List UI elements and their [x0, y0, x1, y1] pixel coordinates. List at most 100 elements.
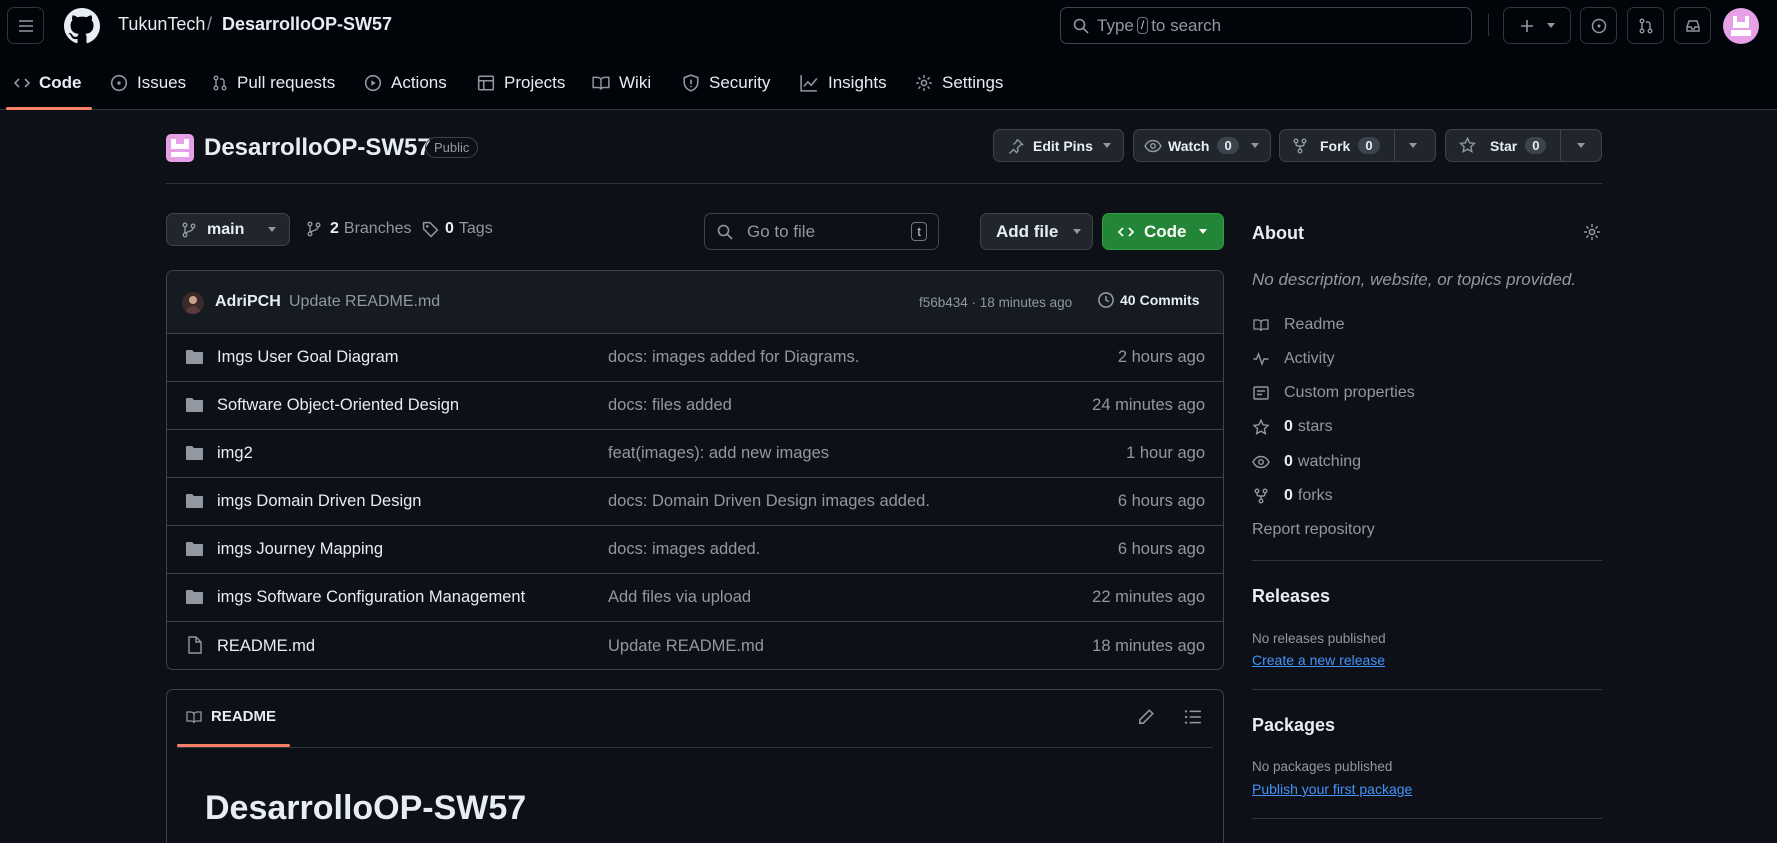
file-commit-message[interactable]: docs: images added. — [608, 540, 760, 559]
pull-requests-button[interactable] — [1627, 7, 1664, 44]
pull-request-icon — [1639, 18, 1652, 33]
menu-button[interactable] — [7, 7, 44, 44]
about-title: About — [1252, 223, 1304, 243]
inbox-button[interactable] — [1674, 7, 1711, 44]
file-time: 6 hours ago — [1117, 492, 1205, 510]
github-logo[interactable] — [64, 8, 100, 44]
global-search-input[interactable]: Type / to search — [1060, 7, 1472, 44]
file-commit-message[interactable]: Add files via upload — [608, 588, 751, 607]
author-avatar[interactable] — [182, 292, 204, 314]
go-to-file-shortcut: t — [911, 222, 927, 241]
tab-pull-requests[interactable]: Pull requests — [212, 70, 335, 96]
file-name[interactable]: imgs Software Configuration Management — [217, 588, 525, 607]
readme-link[interactable]: Readme — [1252, 314, 1344, 336]
file-name[interactable]: imgs Journey Mapping — [217, 540, 383, 559]
custom-properties-link[interactable]: Custom properties — [1252, 382, 1415, 404]
issues-button[interactable] — [1580, 7, 1617, 44]
tab-projects-label: Projects — [504, 73, 566, 92]
fork-button[interactable]: Fork 0 — [1279, 129, 1436, 162]
book-icon — [592, 76, 610, 90]
breadcrumb-repo[interactable]: DesarrolloOP-SW57 — [222, 14, 392, 35]
list-icon[interactable] — [1184, 708, 1202, 726]
tags-link[interactable]: 0 Tags — [422, 220, 493, 238]
report-repository-link[interactable]: Report repository — [1252, 521, 1375, 539]
hamburger-icon — [18, 19, 33, 32]
create-release-link[interactable]: Create a new release — [1252, 652, 1385, 668]
search-icon — [717, 224, 733, 240]
tab-projects[interactable]: Projects — [477, 70, 565, 96]
star-button[interactable]: Star 0 — [1445, 129, 1602, 162]
commit-hash-time[interactable]: f56b434 · 18 minutes ago — [919, 295, 1072, 310]
tab-code-label: Code — [39, 73, 82, 92]
tags-count: 0 — [445, 220, 454, 237]
branches-link[interactable]: 2 Branches — [306, 220, 412, 238]
add-file-button[interactable]: Add file — [980, 213, 1093, 250]
search-prefix: Type — [1097, 15, 1134, 35]
activity-link[interactable]: Activity — [1252, 348, 1335, 370]
file-row[interactable]: Imgs User Goal Diagram docs: images adde… — [167, 334, 1223, 382]
gear-icon[interactable] — [1583, 223, 1601, 241]
tab-issues[interactable]: Issues — [110, 70, 186, 96]
watch-button[interactable]: Watch 0 — [1133, 129, 1271, 162]
eye-icon — [1144, 139, 1162, 152]
tab-pull-requests-label: Pull requests — [237, 73, 336, 92]
create-new-button[interactable] — [1503, 7, 1571, 44]
note-icon — [1253, 386, 1269, 400]
chevron-down-icon — [1198, 229, 1207, 234]
watching-link[interactable]: 0 watching — [1252, 451, 1361, 473]
file-row[interactable]: imgs Software Configuration Management A… — [167, 574, 1223, 622]
packages-title[interactable]: Packages — [1252, 715, 1335, 736]
commits-link[interactable]: 40 Commits — [1097, 291, 1199, 309]
forks-link[interactable]: 0 forks — [1252, 485, 1333, 507]
chevron-down-icon[interactable] — [1408, 143, 1417, 148]
button-separator — [1393, 130, 1395, 161]
publish-package-link[interactable]: Publish your first package — [1252, 781, 1412, 797]
tab-wiki[interactable]: Wiki — [592, 70, 651, 96]
releases-title[interactable]: Releases — [1252, 586, 1330, 607]
tab-actions[interactable]: Actions — [364, 70, 447, 96]
file-time: 6 hours ago — [1117, 540, 1205, 558]
file-row[interactable]: imgs Journey Mapping docs: images added.… — [167, 526, 1223, 574]
file-name[interactable]: Imgs User Goal Diagram — [217, 348, 399, 367]
tab-insights[interactable]: Insights — [799, 70, 887, 96]
breadcrumb-owner[interactable]: TukunTech — [118, 14, 205, 35]
code-button[interactable]: Code — [1102, 213, 1224, 250]
chevron-down-icon[interactable] — [1577, 143, 1586, 148]
code-icon — [14, 78, 30, 88]
file-row[interactable]: imgs Domain Driven Design docs: Domain D… — [167, 478, 1223, 526]
graph-icon — [800, 75, 818, 92]
branch-select[interactable]: main — [166, 213, 290, 246]
file-name[interactable]: img2 — [217, 444, 253, 463]
readme-tab[interactable]: README — [185, 708, 276, 725]
tab-security[interactable]: Security — [682, 70, 770, 96]
file-row[interactable]: Software Object-Oriented Design docs: fi… — [167, 382, 1223, 430]
pencil-icon[interactable] — [1137, 708, 1155, 726]
about-description: No description, website, or topics provi… — [1252, 270, 1577, 289]
commit-author[interactable]: AdriPCH — [215, 293, 281, 311]
file-commit-message[interactable]: docs: files added — [608, 396, 732, 415]
file-name[interactable]: Software Object-Oriented Design — [217, 396, 459, 415]
file-commit-message[interactable]: feat(images): add new images — [608, 444, 829, 463]
repo-title[interactable]: DesarrolloOP-SW57 — [204, 134, 431, 162]
file-commit-message[interactable]: docs: images added for Diagrams. — [608, 348, 859, 367]
branch-icon — [307, 221, 321, 237]
tab-code[interactable]: Code — [14, 70, 82, 96]
user-avatar[interactable] — [1723, 8, 1759, 44]
edit-pins-button[interactable]: Edit Pins — [993, 129, 1124, 162]
commit-message[interactable]: Update README.md — [289, 293, 440, 311]
edit-pins-label: Edit Pins — [1033, 137, 1093, 154]
repo-avatar — [166, 134, 194, 162]
packages-empty: No packages published — [1252, 759, 1393, 774]
stars-link[interactable]: 0 stars — [1252, 416, 1333, 438]
file-name[interactable]: README.md — [217, 637, 315, 656]
go-to-file-input[interactable]: Go to file t — [704, 213, 939, 250]
file-commit-message[interactable]: Update README.md — [608, 637, 764, 656]
table-icon — [477, 75, 495, 91]
tab-settings[interactable]: Settings — [915, 70, 1003, 96]
file-time: 2 hours ago — [1117, 348, 1205, 366]
file-row[interactable]: README.md Update README.md 18 minutes ag… — [167, 622, 1223, 669]
file-row[interactable]: img2 feat(images): add new images 1 hour… — [167, 430, 1223, 478]
issue-icon — [1591, 18, 1606, 33]
file-commit-message[interactable]: docs: Domain Driven Design images added. — [608, 492, 930, 511]
file-name[interactable]: imgs Domain Driven Design — [217, 492, 422, 511]
